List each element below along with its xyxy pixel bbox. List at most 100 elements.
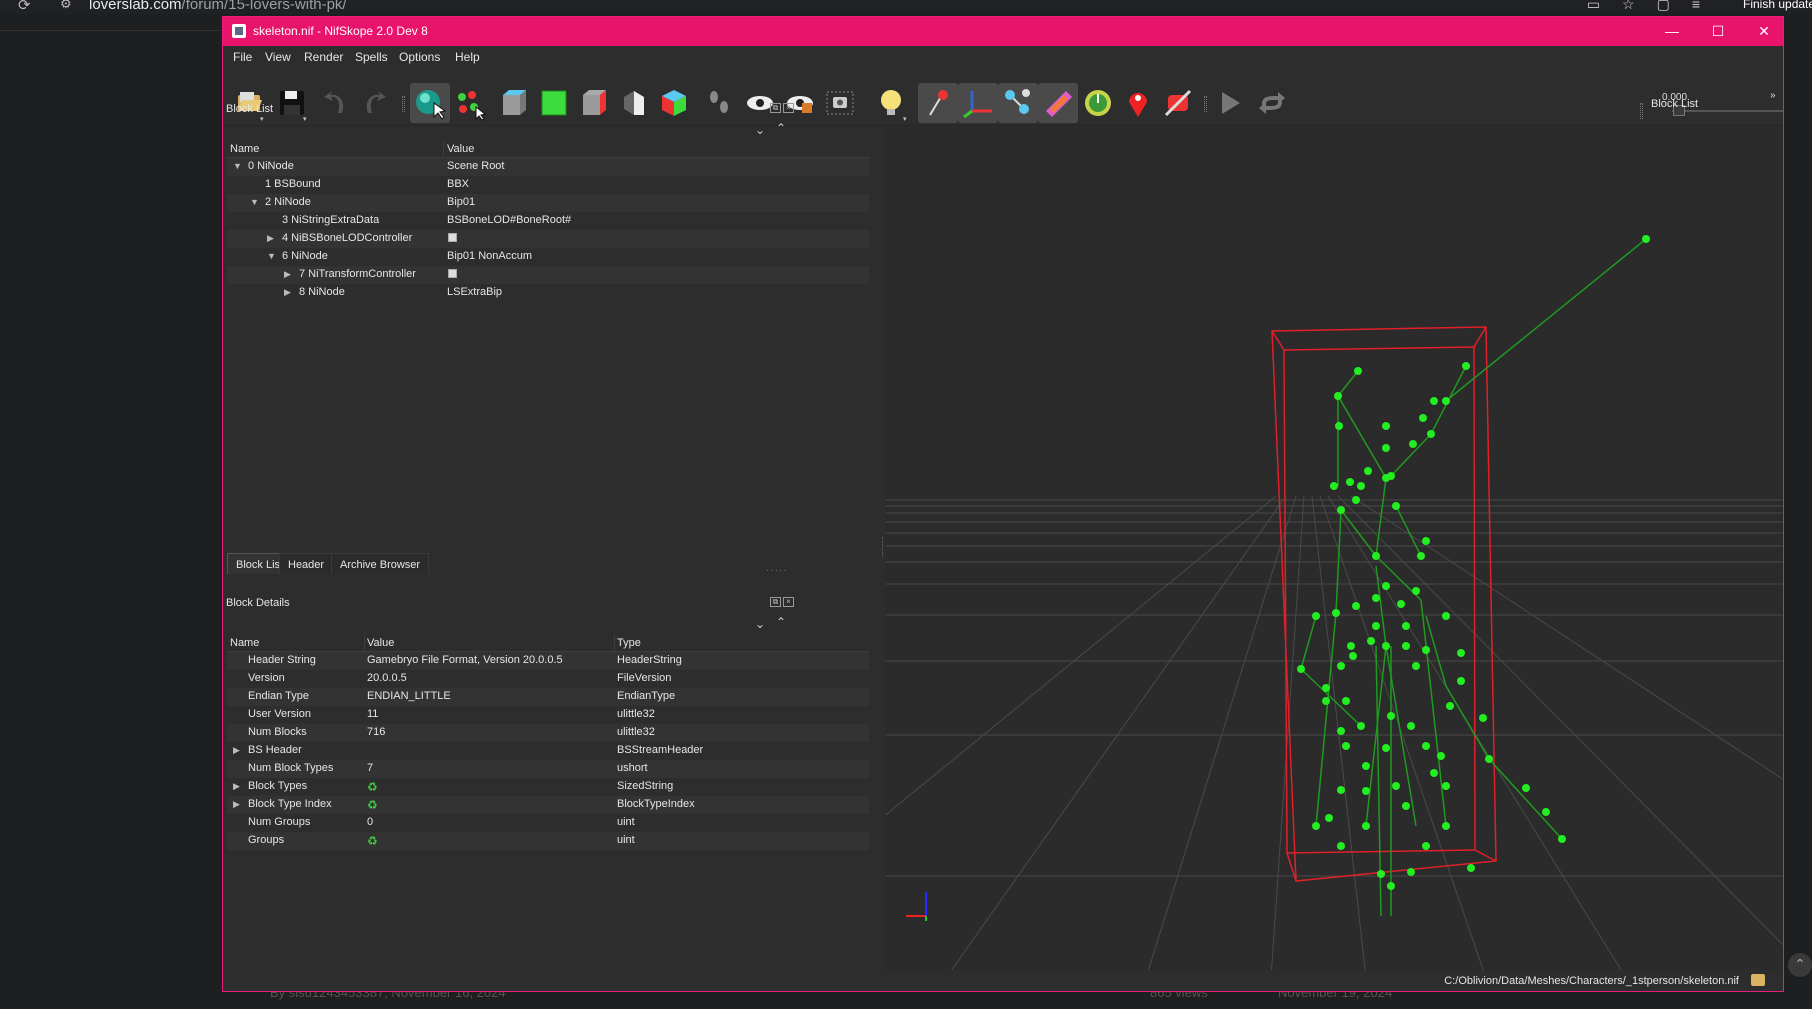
- block-detail-row[interactable]: Header String Gamebryo File Format, Versi…: [227, 652, 869, 670]
- expand-arrow-icon[interactable]: ▶: [284, 287, 291, 298]
- skeleton-joint[interactable]: [1409, 440, 1417, 448]
- skeleton-joint[interactable]: [1430, 769, 1438, 777]
- screenshot-icon[interactable]: [820, 83, 860, 123]
- skeleton-joint[interactable]: [1334, 392, 1342, 400]
- skeleton-joint[interactable]: [1462, 362, 1470, 370]
- skeleton-joint[interactable]: [1457, 649, 1465, 657]
- maximize-icon[interactable]: ☐: [1707, 21, 1729, 41]
- skeleton-joint[interactable]: [1422, 842, 1430, 850]
- link-reference-icon[interactable]: [448, 233, 457, 242]
- skeleton-joint[interactable]: [1357, 722, 1365, 730]
- skeleton-joint[interactable]: [1417, 552, 1425, 560]
- block-detail-row[interactable]: Groups ♻ uint: [227, 832, 869, 850]
- menu-view[interactable]: View: [265, 50, 291, 64]
- expand-arrow-icon[interactable]: ▶: [267, 233, 274, 244]
- block-list-row[interactable]: ▼ 6 NiNode Bip01 NonAccum: [227, 248, 869, 266]
- site-info-icon[interactable]: ⚙: [60, 0, 72, 12]
- expand-all-icon[interactable]: ⌃: [776, 615, 786, 629]
- show-skeleton-icon[interactable]: [998, 83, 1038, 123]
- skeleton-joint[interactable]: [1382, 744, 1390, 752]
- skeleton-joint[interactable]: [1457, 677, 1465, 685]
- scene-canvas[interactable]: [685, 126, 1784, 979]
- transform-axes-icon[interactable]: [958, 83, 998, 123]
- select-object-icon[interactable]: [410, 83, 450, 123]
- play-animation-icon[interactable]: [1210, 83, 1250, 123]
- column-header-value[interactable]: Value: [447, 143, 474, 155]
- skeleton-joint[interactable]: [1337, 727, 1345, 735]
- skeleton-joint[interactable]: [1412, 587, 1420, 595]
- skeleton-joint[interactable]: [1387, 882, 1395, 890]
- show-nodes-pin-icon[interactable]: [1118, 83, 1158, 123]
- update-array-icon[interactable]: ♻: [367, 834, 378, 848]
- view-side-icon[interactable]: [574, 83, 614, 123]
- field-value[interactable]: ENDIAN_LITTLE: [367, 690, 451, 702]
- skeleton-joint[interactable]: [1419, 414, 1427, 422]
- skeleton-joint[interactable]: [1558, 835, 1566, 843]
- skeleton-joint[interactable]: [1372, 552, 1380, 560]
- skeleton-joint[interactable]: [1337, 786, 1345, 794]
- skeleton-joint[interactable]: [1479, 714, 1487, 722]
- field-value[interactable]: Gamebryo File Format, Version 20.0.0.5: [367, 654, 563, 666]
- skeleton-joint[interactable]: [1392, 502, 1400, 510]
- menu-spells[interactable]: Spells: [355, 50, 388, 64]
- collapse-arrow-icon[interactable]: ▼: [267, 251, 276, 261]
- field-value[interactable]: 0: [367, 816, 373, 828]
- menu-options[interactable]: Options: [399, 50, 440, 64]
- show-constraints-icon[interactable]: [1038, 83, 1078, 123]
- skeleton-joint[interactable]: [1382, 422, 1390, 430]
- skeleton-joint[interactable]: [1485, 755, 1493, 763]
- block-detail-row[interactable]: ▶ BS Header BSStreamHeader: [227, 742, 869, 760]
- skeleton-joint[interactable]: [1407, 868, 1415, 876]
- view-user-icon[interactable]: [614, 83, 654, 123]
- collapse-all-icon[interactable]: ⌄: [755, 123, 765, 137]
- column-header-name[interactable]: Name: [230, 143, 259, 155]
- skeleton-joint[interactable]: [1402, 622, 1410, 630]
- view-perspective-icon[interactable]: [654, 83, 694, 123]
- block-list-row[interactable]: ▶ 8 NiNode LSExtraBip: [227, 284, 869, 302]
- skeleton-joint[interactable]: [1422, 646, 1430, 654]
- skeleton-joint[interactable]: [1352, 602, 1360, 610]
- redo-icon[interactable]: [354, 83, 394, 123]
- address-bar[interactable]: loverslab.com/forum/15-lovers-with-pk/: [89, 0, 347, 13]
- skeleton-joint[interactable]: [1322, 684, 1330, 692]
- loop-animation-icon[interactable]: [1252, 83, 1292, 123]
- toolbar-overflow-icon[interactable]: »: [1770, 90, 1776, 101]
- skeleton-joint[interactable]: [1412, 662, 1420, 670]
- skeleton-joint[interactable]: [1322, 697, 1330, 705]
- close-pane-icon[interactable]: ×: [783, 103, 794, 113]
- float-icon[interactable]: ⧉: [770, 597, 781, 607]
- block-list-row[interactable]: 1 BSBound BBX: [227, 176, 869, 194]
- skeleton-joint[interactable]: [1337, 506, 1345, 514]
- expand-arrow-icon[interactable]: ▶: [284, 269, 291, 280]
- splitter-handle[interactable]: ·····: [766, 565, 788, 576]
- title-bar[interactable]: skeleton.nif - NifSkope 2.0 Dev 8 — ☐ ✕: [223, 17, 1783, 46]
- skeleton-joint[interactable]: [1372, 622, 1380, 630]
- skeleton-joint[interactable]: [1297, 665, 1305, 673]
- skeleton-joint[interactable]: [1397, 600, 1405, 608]
- block-detail-row[interactable]: ▶ Block Types ♻ SizedString: [227, 778, 869, 796]
- skeleton-joint[interactable]: [1402, 802, 1410, 810]
- animation-timeline-slider[interactable]: [1672, 110, 1783, 112]
- skeleton-joint[interactable]: [1312, 822, 1320, 830]
- skeleton-joint[interactable]: [1367, 637, 1375, 645]
- skeleton-joint[interactable]: [1372, 594, 1380, 602]
- block-detail-row[interactable]: Num Blocks 716 ulittle32: [227, 724, 869, 742]
- column-header-type[interactable]: Type: [617, 637, 641, 649]
- skeleton-joint[interactable]: [1354, 367, 1362, 375]
- skeleton-joint[interactable]: [1442, 822, 1450, 830]
- skeleton-joint[interactable]: [1335, 422, 1343, 430]
- render-viewport[interactable]: [685, 126, 1784, 979]
- expand-arrow-icon[interactable]: ▶: [233, 745, 240, 756]
- collapse-all-icon[interactable]: ⌄: [755, 617, 765, 631]
- show-markers-icon[interactable]: [1078, 83, 1118, 123]
- skeleton-joint[interactable]: [1325, 814, 1333, 822]
- tab-archive-browser[interactable]: Archive Browser: [331, 553, 430, 574]
- vertical-splitter-handle[interactable]: [882, 537, 884, 557]
- skeleton-joint[interactable]: [1362, 787, 1370, 795]
- skeleton-joint[interactable]: [1346, 478, 1354, 486]
- update-array-icon[interactable]: ♻: [367, 798, 378, 812]
- block-detail-row[interactable]: Num Block Types 7 ushort: [227, 760, 869, 778]
- skeleton-joint[interactable]: [1442, 782, 1450, 790]
- undo-icon[interactable]: [316, 83, 356, 123]
- open-folder-icon[interactable]: [1751, 974, 1765, 986]
